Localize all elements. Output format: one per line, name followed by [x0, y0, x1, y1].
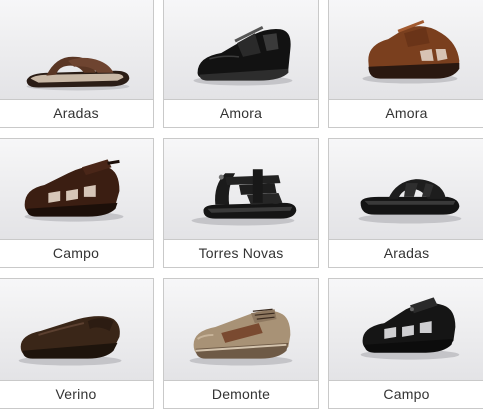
black-strap-sandal-icon	[191, 169, 297, 226]
product-grid: Aradas Amora Amora Campo Torres Novas Ar…	[0, 0, 483, 409]
product-photo[interactable]	[164, 0, 318, 99]
black-closed-sandal-icon	[193, 25, 293, 86]
brown-loafer-icon	[18, 316, 122, 366]
product-photo[interactable]	[329, 139, 483, 239]
product-photo[interactable]	[329, 279, 483, 381]
black-slide-sandal-icon	[358, 179, 462, 224]
product-name[interactable]: Verino	[0, 380, 153, 408]
beige-sneaker-icon	[189, 308, 293, 366]
product-card-amora-black[interactable]: Amora	[163, 0, 319, 128]
product-name[interactable]: Aradas	[329, 239, 483, 267]
product-photo[interactable]	[329, 0, 483, 99]
product-card-aradas-black[interactable]: Aradas	[328, 138, 483, 268]
brown-fisherman-sandal-icon	[24, 159, 124, 222]
product-name[interactable]: Campo	[329, 380, 483, 408]
product-name[interactable]: Campo	[0, 239, 153, 267]
product-card-campo-black[interactable]: Campo	[328, 278, 483, 409]
product-card-demonte[interactable]: Demonte	[163, 278, 319, 409]
product-name[interactable]: Demonte	[164, 380, 318, 408]
product-card-campo-brown[interactable]: Campo	[0, 138, 154, 268]
product-photo[interactable]	[0, 0, 153, 99]
product-card-verino[interactable]: Verino	[0, 278, 154, 409]
product-name[interactable]: Aradas	[0, 99, 153, 127]
product-photo[interactable]	[164, 139, 318, 239]
brown-closed-sandal-icon	[362, 19, 460, 84]
product-photo[interactable]	[164, 279, 318, 381]
product-name[interactable]: Amora	[329, 99, 483, 127]
product-card-aradas[interactable]: Aradas	[0, 0, 154, 128]
product-photo[interactable]	[0, 139, 153, 239]
product-card-amora-brown[interactable]: Amora	[328, 0, 483, 128]
product-name[interactable]: Torres Novas	[164, 239, 318, 267]
product-name[interactable]: Amora	[164, 99, 318, 127]
product-photo[interactable]	[0, 279, 153, 381]
black-fisherman-sandal-icon	[360, 297, 460, 360]
product-card-torres-novas[interactable]: Torres Novas	[163, 138, 319, 268]
brown-slide-sandal-icon	[26, 56, 130, 91]
